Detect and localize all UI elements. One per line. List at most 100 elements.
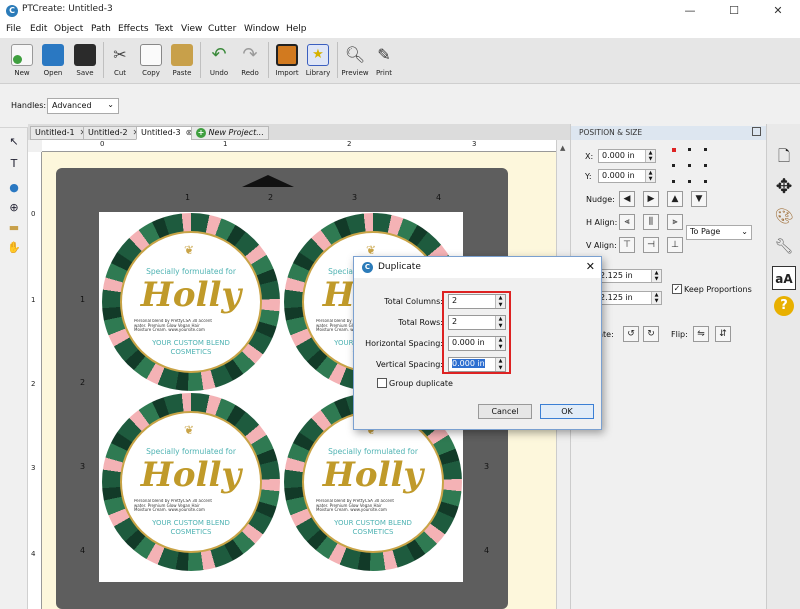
menu-path[interactable]: Path: [91, 24, 111, 34]
round-label[interactable]: ❦ Specially formulated for Holly Persona…: [102, 213, 280, 391]
anchor-dot[interactable]: [688, 180, 691, 183]
redo-button[interactable]: ↷ Redo: [235, 42, 265, 82]
handles-label: Handles:: [11, 101, 47, 110]
v-align-top-button[interactable]: ⊤: [619, 237, 635, 253]
nudge-right-button[interactable]: ▶: [643, 191, 659, 207]
panel-header: POSITION & SIZE: [571, 126, 767, 140]
wrench-icon[interactable]: 🔧︎: [772, 234, 796, 258]
dialog-close-icon[interactable]: ✕: [586, 260, 595, 273]
menu-help[interactable]: Help: [286, 24, 307, 34]
new-button[interactable]: New: [7, 42, 37, 82]
anchor-dot[interactable]: [704, 148, 707, 151]
shape-tool-icon[interactable]: ●: [6, 180, 22, 196]
copy-icon: [140, 44, 162, 66]
copy-label: Copy: [142, 69, 160, 77]
highlight-box: [442, 291, 511, 374]
nudge-down-button[interactable]: ▼: [691, 191, 707, 207]
y-field[interactable]: 0.000 in ▲ ▼: [598, 169, 656, 183]
round-label[interactable]: ❦ Specially formulated for Holly Persona…: [102, 393, 280, 571]
width-field[interactable]: 2.125 in ▲ ▼: [596, 269, 662, 283]
help-icon[interactable]: ?: [774, 296, 794, 316]
keep-proportions-checkbox[interactable]: ✓: [672, 284, 682, 294]
spinner-arrows-icon[interactable]: ▲ ▼: [651, 270, 661, 282]
anchor-dot[interactable]: [688, 148, 691, 151]
paste-button[interactable]: Paste: [167, 42, 197, 82]
v-align-middle-button[interactable]: ⊣: [643, 237, 659, 253]
preview-button[interactable]: 🔍︎ Preview: [340, 42, 370, 82]
v-align-bottom-button[interactable]: ⊥: [667, 237, 683, 253]
undo-label: Undo: [209, 69, 229, 77]
move-arrows-icon[interactable]: ✥: [772, 174, 796, 198]
anchor-dot[interactable]: [688, 164, 691, 167]
anchor-dot-selected[interactable]: [672, 148, 676, 152]
mat-label: 2: [80, 378, 86, 387]
height-field[interactable]: 2.125 in ▲ ▼: [596, 291, 662, 305]
anchor-dot[interactable]: [704, 180, 707, 183]
save-button[interactable]: Save: [70, 42, 100, 82]
spinner-arrows-icon[interactable]: ▲ ▼: [651, 292, 661, 304]
panel-popout-icon[interactable]: [752, 127, 761, 136]
undo-button[interactable]: ↶ Undo: [204, 42, 234, 82]
group-duplicate-checkbox[interactable]: [377, 378, 387, 388]
spinner-arrows-icon[interactable]: ▲ ▼: [645, 170, 655, 182]
h-align-right-button[interactable]: ⫸: [667, 214, 683, 230]
ruler-tool-icon[interactable]: ▬: [6, 220, 22, 236]
print-button[interactable]: ✎ Print: [369, 42, 399, 82]
anchor-dot[interactable]: [672, 180, 675, 183]
pen-print-icon: ✎: [377, 45, 391, 64]
menu-object[interactable]: Object: [54, 24, 83, 34]
handles-select[interactable]: Advanced ⌄: [47, 98, 119, 114]
anchor-dot[interactable]: [704, 164, 707, 167]
flip-horizontal-button[interactable]: ⇋: [693, 326, 709, 342]
left-toolbox: ↖ T ● ⊕ ▬ ✋: [0, 128, 28, 609]
anchor-dot[interactable]: [672, 164, 675, 167]
new-label: New: [14, 69, 30, 77]
copy-button[interactable]: Copy: [136, 42, 166, 82]
tab-untitled-3[interactable]: Untitled-3 ⊗: [136, 126, 198, 140]
title-bar: C PTCreate: Untitled-3 — ☐ ✕: [0, 0, 800, 22]
h-align-center-button[interactable]: ⫼: [643, 214, 659, 230]
tab-new-project[interactable]: + New Project...: [191, 126, 269, 140]
print-label: Print: [375, 69, 393, 77]
align-to-select[interactable]: To Page ⌄: [686, 225, 752, 240]
ruler-label: 0: [31, 210, 36, 218]
rotate-right-button[interactable]: ↻: [643, 326, 659, 342]
undo-arrow-icon: ↶: [211, 44, 227, 65]
menu-view[interactable]: View: [181, 24, 202, 34]
nudge-up-button[interactable]: ▲: [667, 191, 683, 207]
ok-button[interactable]: OK: [540, 404, 594, 419]
cancel-button[interactable]: Cancel: [478, 404, 532, 419]
menu-file[interactable]: File: [6, 24, 21, 34]
select-arrow-icon[interactable]: ↖: [6, 134, 22, 150]
menu-cutter[interactable]: Cutter: [208, 24, 236, 34]
rotate-left-button[interactable]: ↺: [623, 326, 639, 342]
document-icon[interactable]: 🗋: [772, 144, 796, 168]
spinner-arrows-icon[interactable]: ▲ ▼: [645, 150, 655, 162]
zoom-tool-icon[interactable]: ⊕: [6, 200, 22, 216]
flip-vertical-button[interactable]: ⇵: [715, 326, 731, 342]
maximize-button[interactable]: ☐: [712, 0, 756, 22]
nudge-left-button[interactable]: ◀: [619, 191, 635, 207]
x-field[interactable]: 0.000 in ▲ ▼: [598, 149, 656, 163]
anchor-point-grid[interactable]: [672, 148, 708, 184]
toolbar-separator: [268, 42, 269, 78]
menu-edit[interactable]: Edit: [30, 24, 47, 34]
import-button[interactable]: Import: [272, 42, 302, 82]
minimize-button[interactable]: —: [668, 0, 712, 22]
menu-effects[interactable]: Effects: [118, 24, 149, 34]
open-button[interactable]: Open: [38, 42, 68, 82]
menu-text[interactable]: Text: [155, 24, 173, 34]
palette-icon[interactable]: 🎨︎: [772, 204, 796, 228]
scroll-up-icon[interactable]: ▲: [560, 144, 565, 152]
close-window-button[interactable]: ✕: [756, 0, 800, 22]
app-logo-icon: C: [362, 262, 373, 273]
menu-window[interactable]: Window: [244, 24, 280, 34]
font-size-icon[interactable]: aA: [772, 266, 796, 290]
h-align-left-button[interactable]: ⫷: [619, 214, 635, 230]
text-tool-icon[interactable]: T: [6, 156, 22, 172]
cut-button[interactable]: ✂ Cut: [105, 42, 135, 82]
library-button[interactable]: ★ Library: [303, 42, 333, 82]
hand-pan-icon[interactable]: ✋: [6, 240, 22, 256]
ruler-label: 3: [31, 464, 36, 472]
label-fineprint: Personal blend by PrettyCSA 30 accent wa…: [316, 499, 394, 512]
